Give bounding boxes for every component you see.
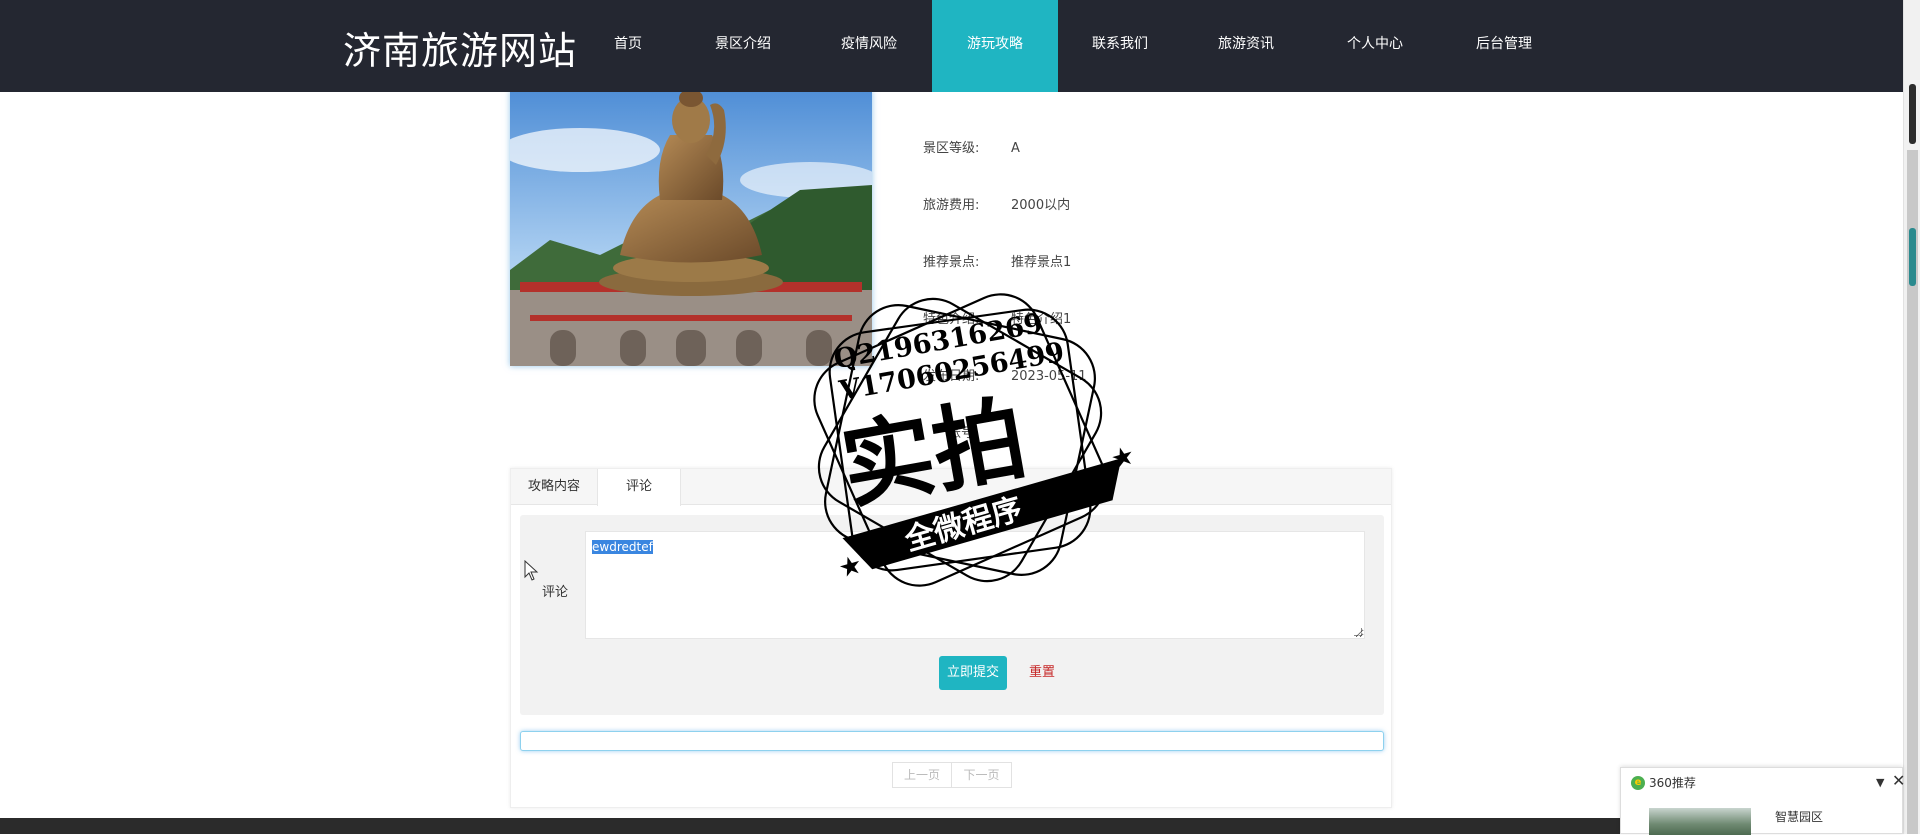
next-page-button[interactable]: 下一页	[952, 762, 1012, 788]
close-icon[interactable]: ✕	[1892, 771, 1905, 790]
nav-item-contact[interactable]: 联系我们	[1083, 0, 1157, 92]
nav-item-guides[interactable]: 游玩攻略	[932, 0, 1058, 92]
comment-text-selected: ewdredtef	[592, 540, 653, 554]
360-logo-icon: e	[1631, 776, 1645, 790]
recommend-popup: e 360推荐 ▼ ✕ 智慧园区	[1620, 767, 1905, 835]
mouse-cursor-icon	[524, 559, 540, 586]
tab-panel: 攻略内容 评论 评论 ewdredtef 立即提交 重置 上一页 下一页	[510, 468, 1392, 808]
detail-label: 景区等级:	[923, 141, 980, 156]
comment-form: 评论 ewdredtef 立即提交 重置	[520, 515, 1384, 715]
nav-item-user-center[interactable]: 个人中心	[1338, 0, 1412, 92]
footer-strip	[0, 818, 1903, 834]
resize-handle-icon[interactable]	[1354, 628, 1362, 636]
tab-bar: 攻略内容 评论	[511, 469, 1391, 506]
popup-item-link[interactable]: 智慧园区	[1775, 808, 1823, 825]
popup-title: 360推荐	[1649, 776, 1696, 790]
submit-button[interactable]: 立即提交	[939, 656, 1007, 690]
scrollbar-marker	[1909, 228, 1916, 286]
nav-item-travel-news[interactable]: 旅游资讯	[1209, 0, 1283, 92]
tab-comments[interactable]: 评论	[597, 469, 681, 506]
pagination: 上一页 下一页	[892, 762, 1012, 788]
comment-textarea[interactable]: ewdredtef	[585, 531, 1365, 639]
nav-item-home[interactable]: 首页	[601, 0, 655, 92]
guide-detail: 景区等级: A 旅游费用: 2000以内 推荐景点: 推荐景点1 特色介绍: 特色介绍1…	[510, 60, 1394, 830]
buddha-statue-image	[510, 90, 872, 366]
scrollbar-thumb[interactable]	[1909, 84, 1916, 144]
detail-label: 推荐景点:	[923, 255, 980, 270]
nav-item-epidemic-risk[interactable]: 疫情风险	[832, 0, 906, 92]
scenic-photo	[510, 90, 872, 366]
detail-value: 特色介绍1	[1011, 312, 1072, 327]
prev-page-button[interactable]: 上一页	[892, 762, 952, 788]
detail-label: 发布日期:	[923, 369, 980, 384]
detail-row-feature: 特色介绍: 特色介绍1	[923, 308, 1071, 327]
collapse-arrow-icon[interactable]: ▼	[1876, 776, 1884, 789]
site-logo-title[interactable]: 济南旅游网站	[343, 20, 577, 75]
detail-label: 账号:	[948, 426, 979, 441]
reset-button[interactable]: 重置	[1017, 656, 1067, 690]
nav-item-scenic-intro[interactable]: 景区介绍	[706, 0, 780, 92]
detail-row-recommended: 推荐景点: 推荐景点1	[923, 251, 1071, 270]
detail-value: 2023-05-11	[1011, 369, 1087, 384]
comment-list-box[interactable]	[520, 731, 1384, 751]
detail-row-date: 发布日期: 2023-05-11	[923, 365, 1087, 384]
detail-row-cost: 旅游费用: 2000以内	[923, 194, 1070, 213]
detail-row-account: 账号:	[948, 422, 1036, 441]
tab-guide-content[interactable]: 攻略内容	[511, 469, 597, 505]
detail-row-level: 景区等级: A	[923, 137, 1020, 156]
site-header: 济南旅游网站 首页 景区介绍 疫情风险 游玩攻略 联系我们 旅游资讯 个人中心 …	[0, 0, 1903, 92]
detail-value: 2000以内	[1011, 198, 1071, 213]
detail-label: 旅游费用:	[923, 198, 980, 213]
detail-label: 特色介绍:	[923, 312, 980, 327]
nav-item-admin[interactable]: 后台管理	[1467, 0, 1541, 92]
comment-label: 评论	[542, 585, 569, 600]
detail-value: A	[1011, 141, 1020, 156]
detail-value: 推荐景点1	[1011, 255, 1072, 270]
page-scrollbar[interactable]	[1903, 0, 1920, 834]
popup-thumbnail[interactable]	[1649, 808, 1751, 835]
